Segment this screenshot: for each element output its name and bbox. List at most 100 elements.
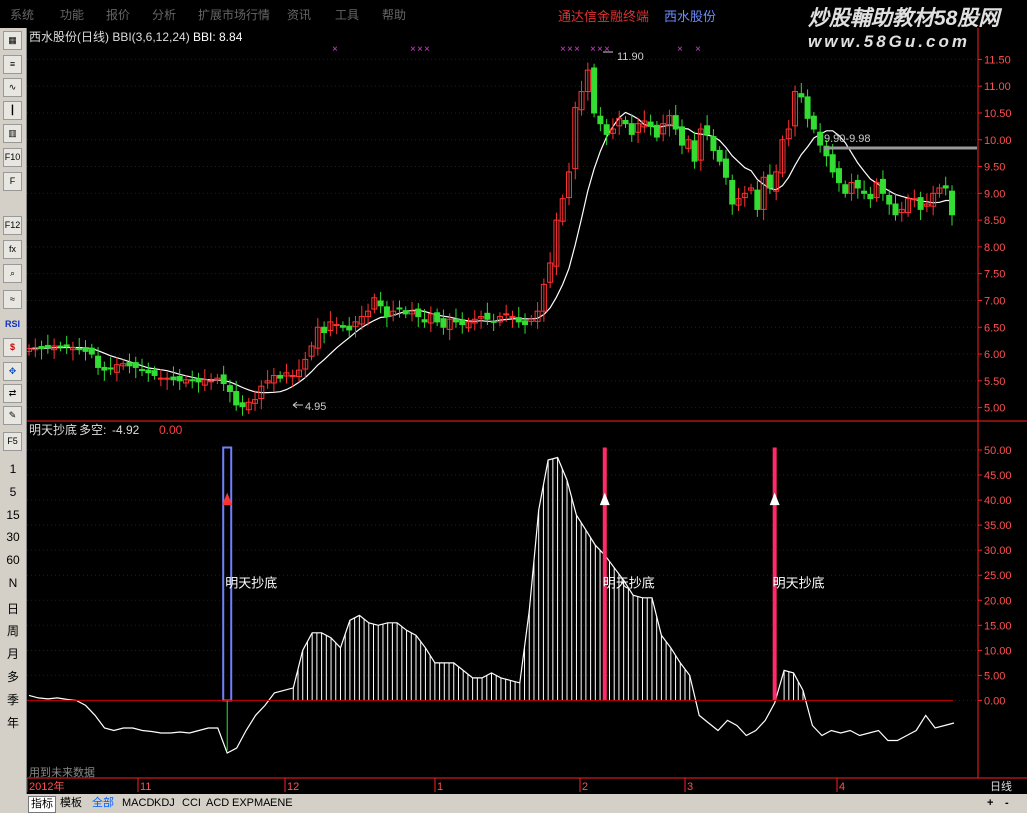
grid-icon[interactable]: ▦ [3, 31, 22, 50]
menu-quote[interactable]: 报价 [106, 6, 130, 23]
candle-body [942, 185, 949, 189]
candle-body [151, 370, 158, 376]
period-7[interactable]: 周 [0, 622, 26, 639]
period-5[interactable]: N [0, 576, 26, 590]
candle-body [867, 193, 874, 200]
period-6[interactable]: 日 [0, 600, 26, 617]
indicator-tick-label: 40.00 [984, 495, 1012, 507]
candle-body [396, 307, 403, 310]
export-icon[interactable]: ⇄ [3, 384, 22, 403]
candle-body [440, 318, 447, 328]
tab-0[interactable]: 指标 [28, 796, 56, 813]
menu-info[interactable]: 资讯 [287, 6, 311, 23]
x-tick-label: 3 [687, 781, 693, 793]
indicator-tick-label: 5.00 [984, 670, 1005, 682]
candle-body [226, 385, 233, 393]
candle-body [220, 374, 227, 384]
chart-area: 明天抄底 明天抄底 明天抄底 11.5011.0010.5010.009.509.0… [27, 28, 1027, 793]
toolbar-rsi-button[interactable]: RSI [3, 316, 22, 335]
candle-body [628, 123, 635, 135]
future-data-note: 用到未来数据 [29, 765, 95, 779]
tab-7[interactable]: EXPMA [230, 796, 273, 811]
cross-marker: × [604, 44, 610, 55]
candle-body [503, 313, 510, 316]
candle-body [716, 149, 723, 162]
candle-body [804, 96, 811, 119]
toolbar-f-button[interactable]: F [3, 172, 22, 191]
menu-function[interactable]: 功能 [60, 6, 84, 23]
zoom-icon[interactable]: ⌕ [3, 264, 22, 283]
candle-icon[interactable]: ┃ [3, 101, 22, 120]
period-10[interactable]: 季 [0, 691, 26, 708]
dollar-icon[interactable]: $ [3, 338, 22, 357]
candle-body [132, 362, 139, 368]
x-tick-label: 11 [140, 781, 151, 793]
bbi-value: BBI: 8.84 [193, 30, 243, 44]
period-2[interactable]: 15 [0, 508, 26, 522]
candle-body [729, 179, 736, 205]
candle-body [38, 346, 45, 350]
extra-value: 0.00 [159, 423, 183, 437]
tab-1[interactable]: 模板 [58, 796, 84, 811]
price-tick-label: 8.50 [984, 215, 1005, 227]
zoom-out-button[interactable]: - [1003, 796, 1011, 811]
line-chart-icon[interactable]: ∿ [3, 78, 22, 97]
move-icon[interactable]: ✥ [3, 362, 22, 381]
candle-body [653, 124, 660, 138]
candle-body [377, 300, 384, 307]
signal-label: 明天抄底 [603, 576, 655, 591]
period-4[interactable]: 60 [0, 553, 26, 567]
candle-body [107, 367, 114, 370]
tab-5[interactable]: CCI [180, 796, 203, 811]
wave-icon[interactable]: ≈ [3, 290, 22, 309]
tab-8[interactable]: ENE [268, 796, 295, 811]
list-icon[interactable]: ≡ [3, 55, 22, 74]
period-0[interactable]: 1 [0, 462, 26, 476]
tab-6[interactable]: ACD [204, 796, 231, 811]
indicator-tick-label: 25.00 [984, 570, 1012, 582]
period-1[interactable]: 5 [0, 485, 26, 499]
menu-system[interactable]: 系统 [10, 6, 34, 23]
indicator-tick-label: 10.00 [984, 645, 1012, 657]
period-3[interactable]: 30 [0, 530, 26, 544]
cross-marker: × [567, 44, 573, 55]
menu-help[interactable]: 帮助 [382, 6, 406, 23]
menu-analysis[interactable]: 分析 [152, 6, 176, 23]
app-title: 通达信金融终端 [558, 9, 650, 24]
signal-bar [602, 447, 607, 701]
candle-body [879, 178, 886, 194]
menu-tools[interactable]: 工具 [335, 6, 359, 23]
toolbar-f12-button[interactable]: F12 [3, 216, 22, 235]
candle-body [452, 318, 459, 323]
indicator-tick-label: 45.00 [984, 470, 1012, 482]
toolbar-fx-button[interactable]: fx [3, 240, 22, 259]
price-tick-label: 5.00 [984, 403, 1005, 415]
candle-body [704, 125, 711, 135]
toolbar-f5-button[interactable]: F5 [3, 432, 22, 451]
zoom-in-button[interactable]: + [985, 796, 995, 811]
toolbar-f10-button[interactable]: F10 [3, 148, 22, 167]
candle-body [597, 115, 604, 125]
candle-body [647, 121, 654, 127]
candle-body [239, 402, 246, 408]
candle-body [63, 344, 70, 348]
period-11[interactable]: 年 [0, 714, 26, 731]
signal-label: 明天抄底 [225, 576, 277, 591]
tab-4[interactable]: KDJ [152, 796, 177, 811]
candle-body [754, 189, 761, 210]
price-tick-label: 7.50 [984, 269, 1005, 281]
duokong-value: -4.92 [112, 423, 140, 437]
pencil-icon[interactable]: ✎ [3, 406, 22, 425]
period-8[interactable]: 月 [0, 645, 26, 662]
tab-2[interactable]: 全部 [90, 796, 116, 811]
candle-body [346, 325, 353, 331]
menu-extended-market[interactable]: 扩展市场行情 [198, 6, 270, 23]
sub-panel-title: 明天抄底 [29, 422, 77, 437]
stock-title: 西水股份 [664, 9, 717, 24]
candle-body [421, 319, 428, 323]
cross-marker: × [410, 44, 416, 55]
tab-3[interactable]: MACD [120, 796, 156, 811]
period-9[interactable]: 多 [0, 668, 26, 685]
low-pointer-arrow [292, 401, 303, 409]
kline-icon[interactable]: ▥ [3, 124, 22, 143]
